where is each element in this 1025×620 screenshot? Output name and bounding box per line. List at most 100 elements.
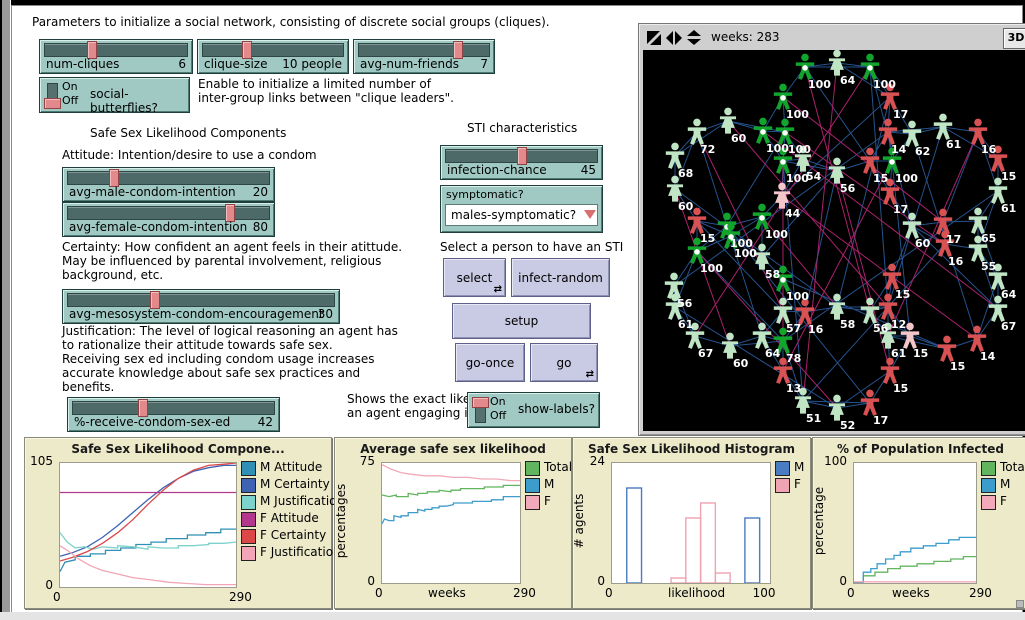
slider-track — [67, 171, 270, 185]
certainty-note: Certainty: How confident an agent feels … — [62, 240, 402, 282]
y-tick: 0 — [335, 574, 375, 588]
slider-track — [202, 43, 344, 57]
switch-show-labels?[interactable]: On Offshow-labels? — [467, 392, 600, 428]
hist-bar — [701, 503, 716, 583]
x-axis-label: weeks — [892, 586, 930, 600]
agent-value-label: 55 — [981, 260, 996, 273]
x-tick: 100 — [753, 586, 776, 600]
slider-%-receive-condom-sex-ed[interactable]: %-receive-condom-sex-ed42 — [67, 397, 280, 432]
legend-swatch — [525, 478, 540, 493]
slider-value: 45 — [581, 163, 596, 177]
agent-value-label: 52 — [840, 419, 855, 431]
y-tick: 0 — [573, 574, 605, 588]
chooser-symptomatic[interactable]: symptomatic?males-symptomatic? — [440, 185, 603, 233]
slider-infection-chance[interactable]: infection-chance 45 — [440, 145, 603, 180]
slider-value: 30 — [318, 307, 333, 321]
series-Total — [382, 485, 520, 496]
slider-label: num-cliques — [46, 57, 119, 71]
agent-value-label: 15 — [873, 172, 888, 185]
switch-social-butterflies?[interactable]: On Offsocial-butterflies? — [39, 77, 190, 113]
agent-value-label: 16 — [981, 143, 997, 156]
button-label: select — [444, 271, 505, 285]
hist-bar — [671, 578, 686, 583]
window-left-edge — [2, 0, 11, 620]
slider-value: 80 — [253, 220, 268, 234]
legend-item: F Attitude — [241, 511, 329, 528]
resize-view-icon[interactable] — [647, 30, 661, 44]
agent-value-label: 61 — [946, 138, 961, 151]
slider-avg-mesosystem-condom-encouragement[interactable]: avg-mesosystem-condom-encouragement30 — [62, 289, 340, 324]
slider-avg-female-condom-intention[interactable]: avg-female-condom-intention80 — [62, 202, 275, 237]
legend-swatch — [775, 478, 790, 493]
legend-label: M Attitude — [260, 460, 322, 474]
agent-value-label: 16 — [948, 255, 964, 268]
agent-value-label: 17 — [893, 108, 908, 121]
app-panel: Parameters to initialize a social networ… — [11, 5, 1023, 614]
agent-value-label: 100 — [786, 108, 809, 121]
slider-avg-male-condom-intention[interactable]: avg-male-condom-intention20 — [62, 167, 275, 202]
slider-label: infection-chance — [447, 163, 547, 177]
agent-value-label: 61 — [1001, 202, 1016, 215]
chevron-down-icon[interactable] — [584, 210, 596, 219]
pan-vertical-icon[interactable] — [687, 30, 701, 44]
y-axis-label: percentage — [812, 487, 826, 555]
infect-random-button[interactable]: infect-random — [511, 258, 610, 297]
switch-handle[interactable] — [44, 98, 61, 109]
slider-value: 20 — [253, 185, 268, 199]
legend-item: M Justification — [241, 494, 329, 511]
plot-title: Safe Sex Likelihood Compone... — [25, 442, 331, 456]
agent-value-label: 57 — [786, 322, 801, 335]
legend-label: F Certainty — [260, 528, 326, 542]
agent-value-label: 14 — [980, 350, 996, 363]
hist-bar — [627, 488, 642, 583]
go-button[interactable]: go⇄ — [530, 343, 598, 382]
legend-label: M — [544, 477, 554, 491]
plot-area — [59, 462, 237, 588]
3d-view-button[interactable]: 3D — [1003, 28, 1025, 49]
agent-value-label: 17 — [893, 203, 908, 216]
agent-value-label: 58 — [840, 318, 855, 331]
setup-button[interactable]: setup — [452, 303, 591, 339]
legend-swatch — [525, 495, 540, 510]
x-axis-label: weeks — [428, 586, 466, 600]
agent-value-label: 13 — [786, 382, 801, 395]
slider-avg-num-friends[interactable]: avg-num-friends7 — [353, 39, 495, 74]
attitude-note: Attitude: Intention/desire to use a cond… — [62, 148, 317, 162]
resize-grip[interactable] — [1016, 600, 1024, 608]
plot-area — [381, 462, 521, 584]
legend-label: F — [794, 477, 801, 491]
legend-swatch — [525, 461, 540, 476]
button-label: go — [531, 356, 597, 370]
world-canvas[interactable]: 1006410010017607210010014626116681005456… — [643, 50, 1025, 431]
button-label: go-once — [456, 356, 524, 370]
switch-handle[interactable] — [472, 397, 489, 408]
agent-value-label: 12 — [891, 318, 906, 331]
agent-person-f — [829, 158, 845, 184]
agent-value-label: 67 — [698, 347, 713, 360]
agent-value-label: 54 — [806, 170, 822, 183]
agent-value-label: 60 — [915, 237, 931, 250]
plot-area — [853, 462, 977, 584]
agent-person-m — [934, 114, 952, 140]
switch-name: show-labels? — [518, 402, 595, 416]
legend-item: M — [525, 477, 569, 494]
agent-value-label: 100 — [786, 290, 809, 303]
go-once-button[interactable]: go-once — [455, 343, 525, 382]
slider-value: 10 people — [282, 57, 342, 71]
plot-2: Average safe sex likelihood7500290weeksp… — [334, 437, 572, 609]
series-M Attitude — [60, 529, 236, 572]
agent-value-label: 56 — [873, 322, 889, 335]
agent-value-label: 68 — [678, 167, 693, 180]
legend-swatch — [981, 461, 996, 476]
chooser-selected-value[interactable]: males-symptomatic? — [445, 204, 598, 226]
agent-value-label: 15 — [895, 288, 910, 301]
slider-num-cliques[interactable]: num-cliques6 — [39, 39, 193, 74]
sti-header: STI characteristics — [467, 121, 577, 135]
slider-track — [67, 293, 335, 307]
agent-value-label: 44 — [785, 207, 801, 220]
pan-horizontal-icon[interactable] — [666, 30, 680, 44]
plot-area — [611, 462, 771, 584]
slider-clique-size[interactable]: clique-size10 people — [197, 39, 349, 74]
x-tick: 0 — [375, 586, 383, 600]
select-button[interactable]: select⇄ — [443, 258, 506, 297]
